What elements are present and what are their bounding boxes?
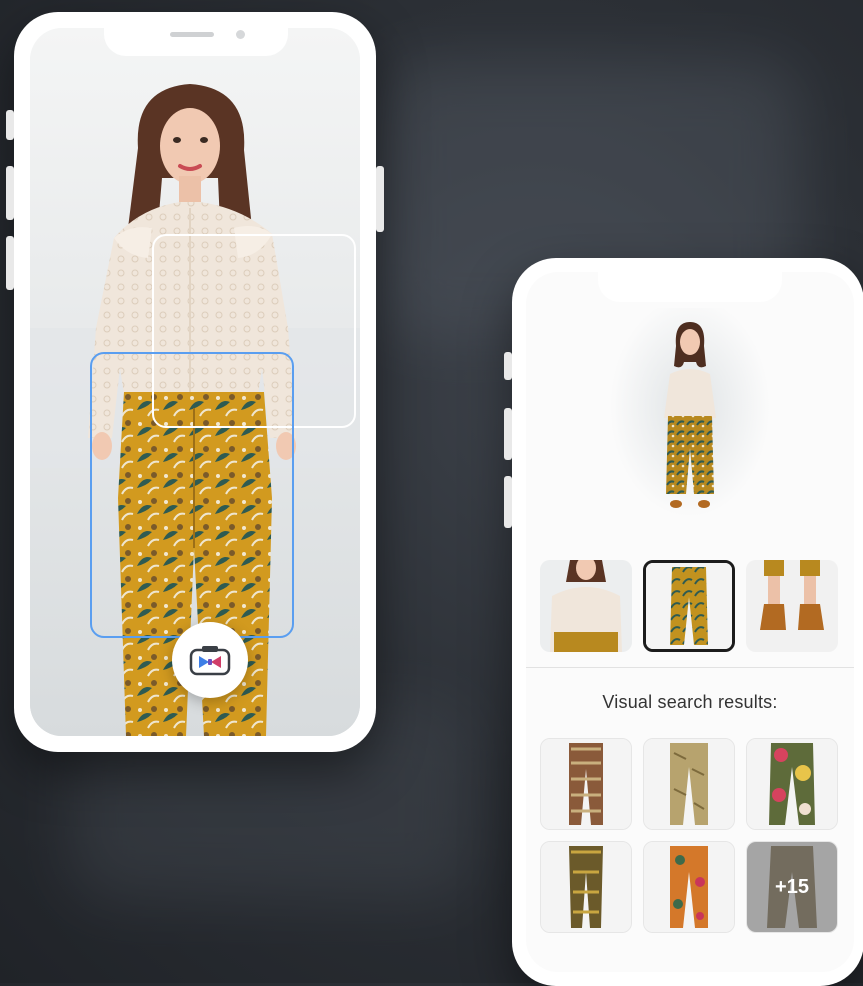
volume-down-button [6, 236, 14, 290]
results-screen: Visual search results: +15 [526, 272, 854, 972]
captured-photo [610, 308, 770, 528]
mute-switch [6, 110, 14, 140]
volume-up-button [6, 166, 14, 220]
more-results-tile[interactable]: +15 [746, 841, 838, 933]
phone-notch [104, 12, 288, 56]
power-button [376, 166, 384, 232]
camera-icon [189, 644, 231, 676]
pants-detection-box[interactable] [90, 352, 294, 638]
crop-thumbnails [540, 560, 840, 654]
front-camera [236, 30, 245, 39]
speaker-grille [170, 32, 214, 37]
thumbnail-pants[interactable] [643, 560, 735, 652]
result-item[interactable] [540, 738, 632, 830]
camera-phone [6, 12, 384, 752]
more-results-count: +15 [747, 842, 837, 932]
mute-switch [504, 352, 512, 380]
results-phone: Visual search results: +15 [504, 258, 863, 986]
thumbnail-top[interactable] [540, 560, 632, 652]
result-item[interactable] [746, 738, 838, 830]
result-item[interactable] [540, 841, 632, 933]
volume-down-button [504, 476, 512, 528]
section-divider [526, 667, 854, 668]
results-title: Visual search results: [602, 692, 778, 712]
volume-up-button [504, 408, 512, 460]
phone-notch [598, 258, 782, 302]
thumbnail-shoes[interactable] [746, 560, 838, 652]
result-item[interactable] [643, 738, 735, 830]
results-grid: +15 [540, 738, 840, 938]
capture-button[interactable] [172, 622, 248, 698]
camera-viewfinder[interactable] [30, 28, 360, 736]
result-item[interactable] [643, 841, 735, 933]
